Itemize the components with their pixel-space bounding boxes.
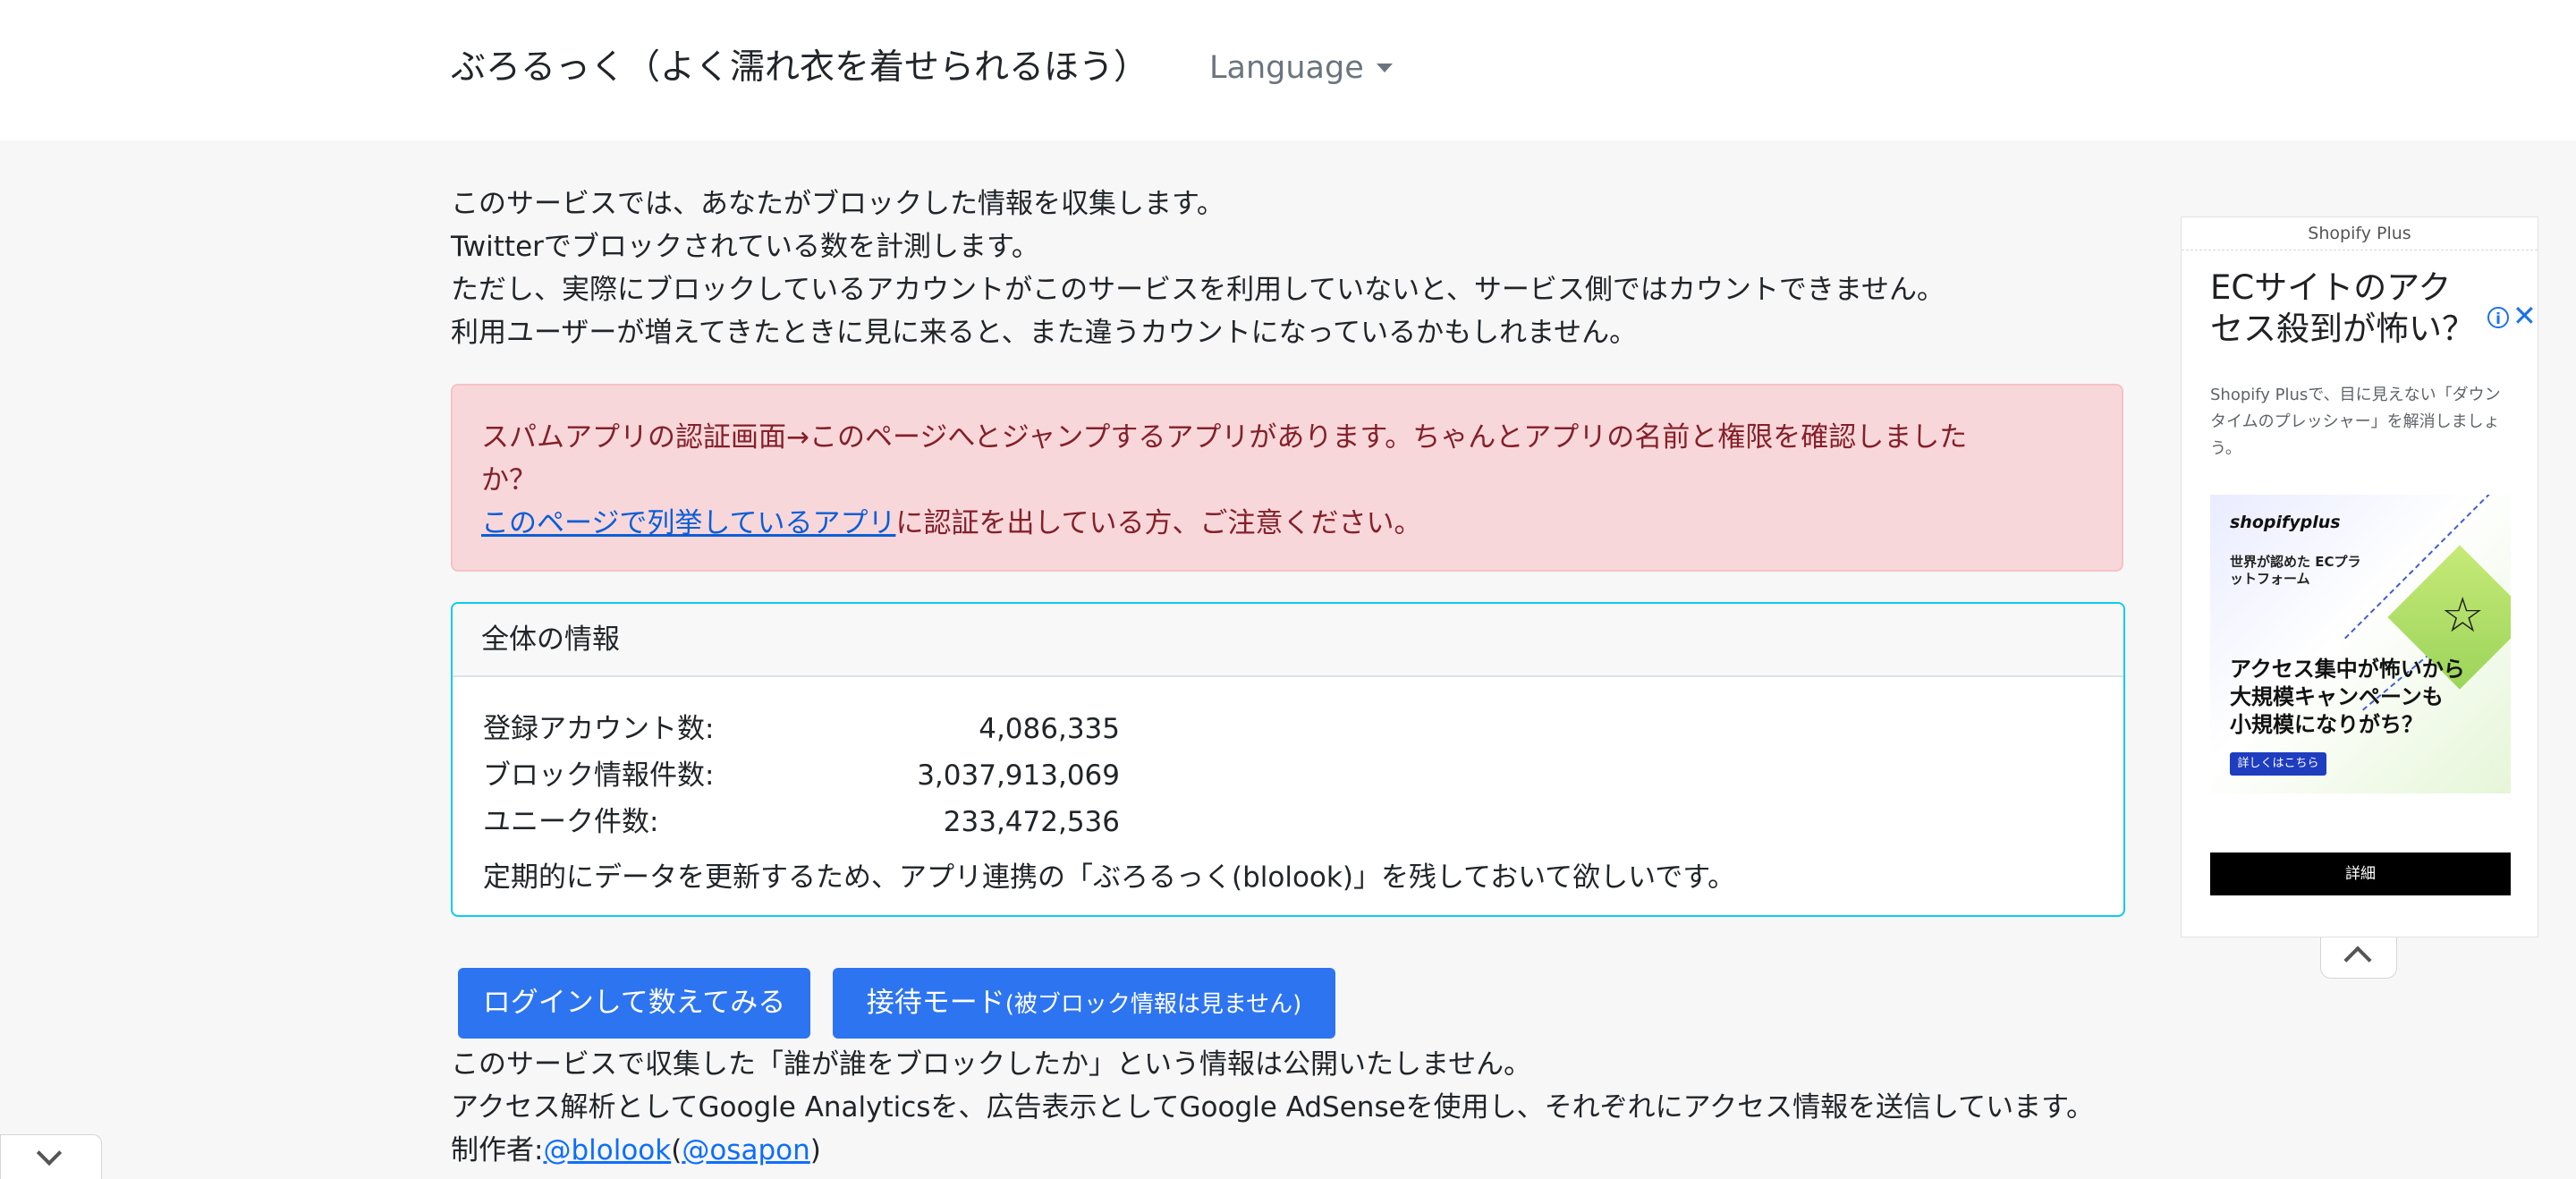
- unique-records-label: ユニーク件数:: [483, 806, 659, 838]
- block-records-label: ブロック情報件数:: [483, 759, 715, 792]
- alert-line: このページで列挙しているアプリに認証を出している方、ご注意ください。: [481, 502, 2093, 545]
- ad-image-copy: アクセス集中が怖いから 大規模キャンペーンも 小規模になりがち？: [2230, 656, 2498, 739]
- ad-cta-button[interactable]: 詳細: [2210, 852, 2511, 895]
- ad-collapse-button[interactable]: [2320, 937, 2397, 979]
- star-icon: ☆: [2441, 587, 2485, 643]
- overview-note: 定期的にデータを更新するため、アプリ連携の「ぶろるっく(blolook)」を残し…: [483, 861, 1736, 894]
- registered-accounts-label: 登録アカウント数:: [483, 713, 715, 745]
- privacy-statement: このサービスで収集した「誰が誰をブロックしたか」という情報は公開いたしません。: [451, 1048, 1532, 1081]
- language-dropdown[interactable]: Language: [1209, 48, 1393, 88]
- ad-image[interactable]: ☆ shopifyplus 世界が認めた ECプラットフォーム アクセス集中が怖…: [2210, 495, 2511, 793]
- alert-line: スパムアプリの認証画面→このページへとジャンプするアプリがあります。ちゃんとアプ…: [481, 421, 1968, 454]
- spam-app-list-link[interactable]: このページで列挙しているアプリ: [481, 507, 895, 539]
- ad-copy-line: 小規模になりがち？: [2230, 712, 2423, 737]
- ad-advertiser: Shopify Plus: [2182, 217, 2538, 250]
- author-prefix: 制作者:: [451, 1134, 544, 1166]
- ad-headline[interactable]: ECサイトのアクセス殺到が怖い？: [2210, 267, 2479, 350]
- paren-open: (: [671, 1134, 682, 1166]
- paren-close: ): [809, 1134, 821, 1166]
- ad-description: Shopify Plusで、目に見えない「ダウンタイムのプレッシャー」を解消しま…: [2210, 386, 2501, 458]
- footer: このサービスで収集した「誰が誰をブロックしたか」という情報は公開いたしません。 …: [451, 1043, 2094, 1172]
- intro-line: ただし、実際にブロックしているアカウントがこのサービスを利用していないと、サービ…: [451, 274, 1945, 306]
- shopify-ad[interactable]: Shopify Plus ECサイトのアクセス殺到が怖い？ i ✕ Shopif…: [2181, 216, 2538, 937]
- osapon-link[interactable]: @osapon: [682, 1134, 809, 1166]
- registered-accounts-value: 4,086,335: [979, 713, 1120, 745]
- block-records-value: 3,037,913,069: [917, 759, 1120, 792]
- intro-line: このサービスでは、あなたがブロックした情報を収集します。: [451, 188, 1224, 220]
- navbar: ぶろるっく（よく濡れ衣を着せられるほう） Language: [0, 0, 2576, 140]
- site-brand[interactable]: ぶろるっく（よく濡れ衣を着せられるほう）: [451, 41, 1148, 95]
- shopify-logo: shopifyplus: [2230, 513, 2341, 532]
- intro-line: 利用ユーザーが増えてきたときに見に来ると、また違うカウントになっているかもしれま…: [451, 317, 1638, 349]
- chevron-up-icon: [2343, 946, 2372, 974]
- author-line: 制作者:@blolook(@osapon): [451, 1129, 2094, 1172]
- language-label: Language: [1209, 50, 1364, 86]
- blolook-link[interactable]: @blolook: [543, 1134, 671, 1166]
- unique-records-value: 233,472,536: [943, 806, 1120, 838]
- ad-image-subtitle: 世界が認めた ECプラットフォーム: [2230, 554, 2361, 587]
- caret-down-icon: [1376, 64, 1393, 72]
- alert-line: か？: [481, 464, 537, 496]
- guest-mode-label: 接待モード: [866, 987, 1005, 1019]
- spam-warning-alert: スパムアプリの認証画面→このページへとジャンプするアプリがあります。ちゃんとアプ…: [451, 384, 2123, 572]
- overview-card-header: 全体の情報: [453, 604, 2123, 677]
- login-count-button[interactable]: ログインして数えてみる: [458, 968, 810, 1039]
- overview-card: 全体の情報 登録アカウント数: 4,086,335 ブロック情報件数: 3,03…: [451, 602, 2125, 917]
- ad-close-icon[interactable]: ✕: [2512, 301, 2537, 330]
- alert-text: に認証を出している方、ご注意ください。: [895, 507, 1422, 539]
- intro-text: このサービスでは、あなたがブロックした情報を収集します。 Twitterでブロッ…: [451, 182, 1945, 354]
- intro-line: Twitterでブロックされている数を計測します。: [451, 231, 1039, 263]
- ad-image-button[interactable]: 詳しくはこちら: [2230, 752, 2326, 776]
- ad-info-icon[interactable]: i: [2487, 307, 2509, 328]
- guest-mode-button[interactable]: 接待モード(被ブロック情報は見ません): [833, 968, 1335, 1039]
- ad-copy-line: アクセス集中が怖いから: [2230, 657, 2465, 682]
- guest-mode-note: (被ブロック情報は見ません): [1004, 991, 1302, 1018]
- bottom-expand-tab[interactable]: [0, 1134, 102, 1179]
- analytics-statement: アクセス解析としてGoogle Analyticsを、広告表示としてGoogle…: [451, 1091, 2095, 1124]
- chevron-down-icon: [36, 1140, 63, 1166]
- ad-copy-line: 大規模キャンペーンも: [2230, 684, 2444, 709]
